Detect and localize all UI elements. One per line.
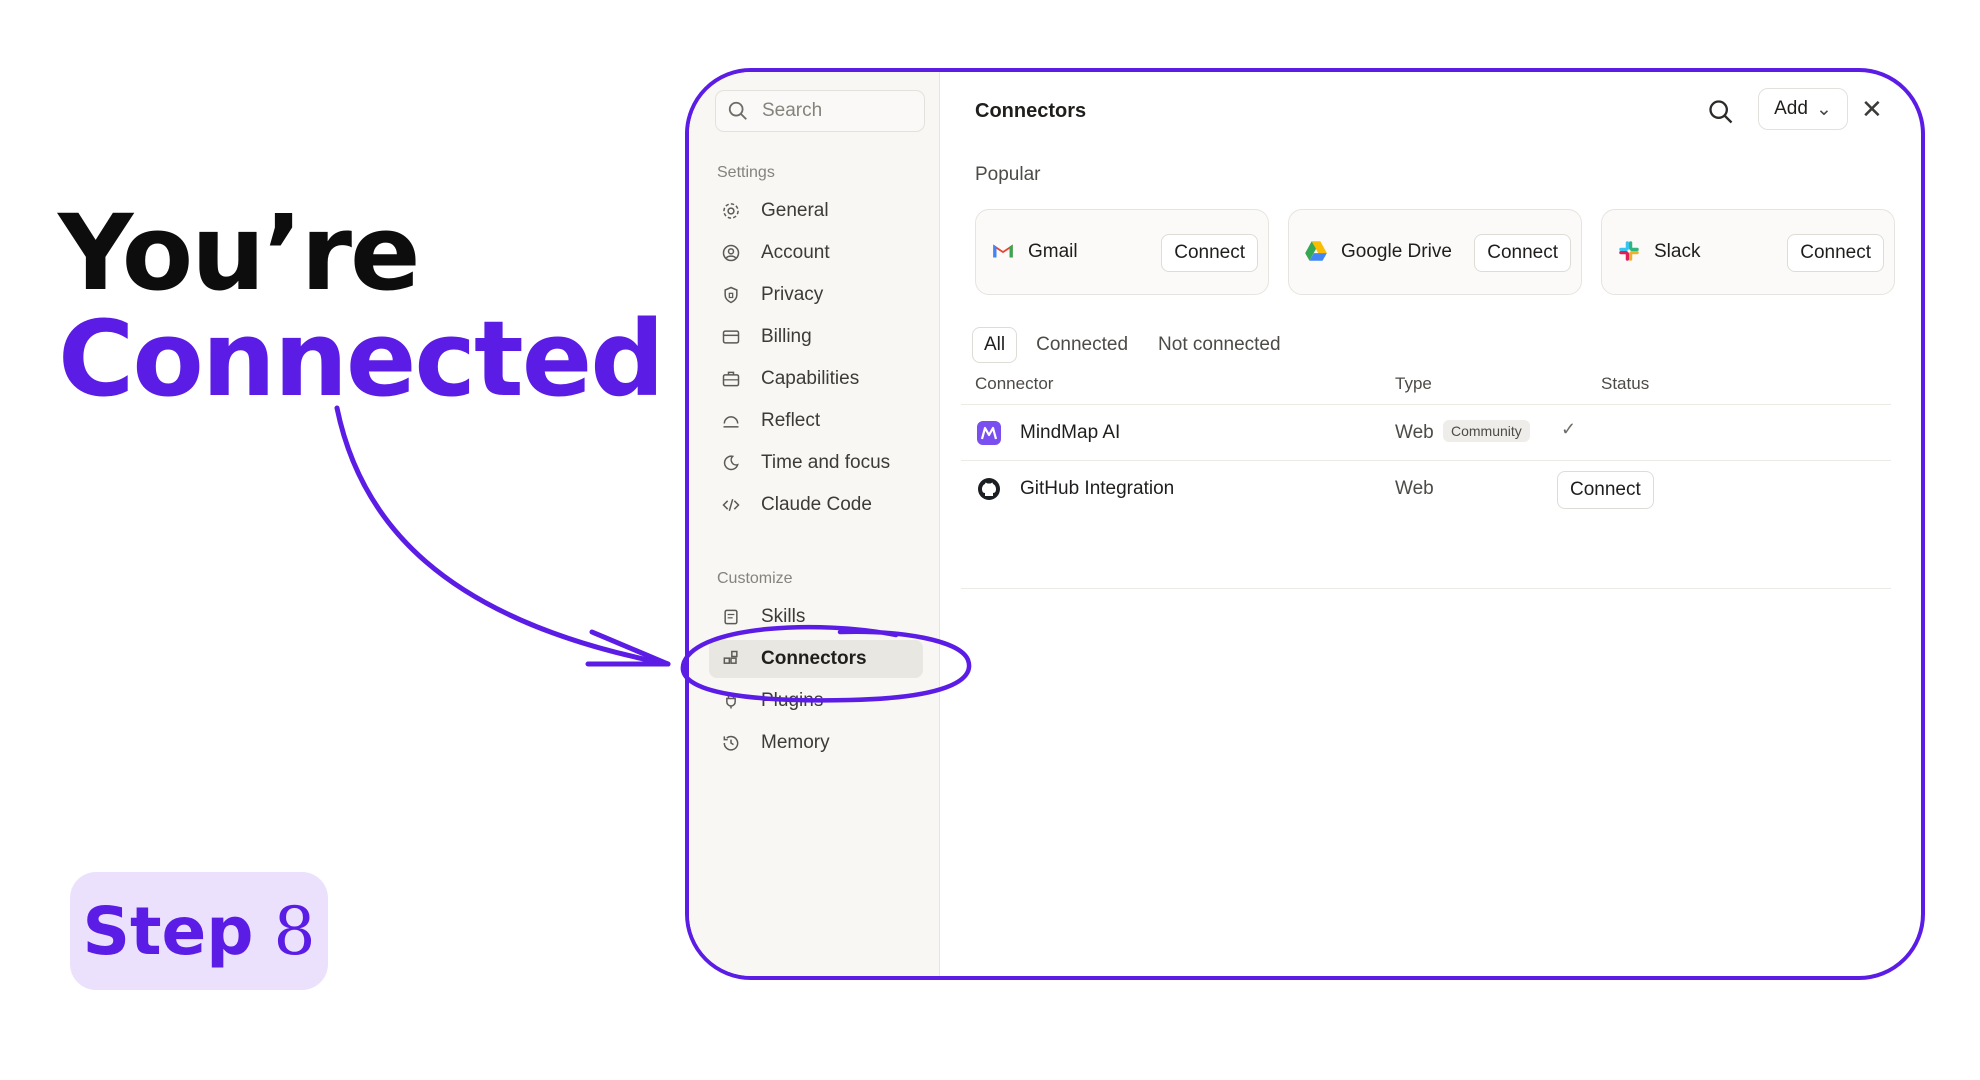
sidebar-item-capabilities[interactable]: Capabilities xyxy=(709,360,923,398)
page-title: Connectors xyxy=(975,100,1087,122)
step-number: 8 xyxy=(273,892,316,970)
check-icon: ✓ xyxy=(1561,419,1577,439)
connector-name: MindMap AI xyxy=(1020,422,1121,443)
sidebar-item-time-and-focus[interactable]: Time and focus xyxy=(709,444,923,482)
connector-type: Web xyxy=(1395,422,1434,443)
sidebar-item-privacy[interactable]: Privacy xyxy=(709,276,923,314)
shield-icon xyxy=(719,283,743,307)
table-divider xyxy=(961,588,1891,589)
connector-type: Web xyxy=(1395,478,1434,499)
sidebar-item-general[interactable]: General xyxy=(709,192,923,230)
sidebar-item-claude-code[interactable]: Claude Code xyxy=(709,486,923,524)
add-button[interactable]: Add ⌄ xyxy=(1758,88,1848,130)
headline-line-2: Connected xyxy=(58,298,665,421)
step-badge: Step 8 xyxy=(70,872,328,990)
sidebar-item-label: Claude Code xyxy=(761,494,872,515)
sidebar-item-skills[interactable]: Skills xyxy=(709,598,923,636)
sidebar-item-label: Memory xyxy=(761,732,830,753)
sidebar-item-label: Connectors xyxy=(761,648,867,669)
column-header-type: Type xyxy=(1395,374,1432,393)
tab-not-connected[interactable]: Not connected xyxy=(1147,328,1292,362)
community-badge: Community xyxy=(1443,420,1530,442)
customize-section-label: Customize xyxy=(717,570,793,587)
column-header-connector: Connector xyxy=(975,374,1054,393)
github-icon xyxy=(978,478,1000,500)
sidebar-item-label: Plugins xyxy=(761,690,824,711)
headline-line-1: You’re xyxy=(58,192,421,314)
card-name: Google Drive xyxy=(1341,241,1452,262)
sidebar-item-label: Skills xyxy=(761,606,806,627)
step-word: Step xyxy=(82,892,254,970)
grid-icon xyxy=(719,647,743,671)
sidebar-item-connectors[interactable]: Connectors xyxy=(709,640,923,678)
scroll-icon xyxy=(719,605,743,629)
connect-button[interactable]: Connect xyxy=(1787,234,1884,272)
connect-button[interactable]: Connect xyxy=(1474,234,1571,272)
tab-all[interactable]: All xyxy=(972,327,1018,363)
sidebar-item-plugins[interactable]: Plugins xyxy=(709,682,923,720)
history-icon xyxy=(719,731,743,755)
sidebar-item-label: Time and focus xyxy=(761,452,891,473)
mindmap-ai-icon xyxy=(977,421,1001,445)
connector-name: GitHub Integration xyxy=(1020,478,1175,499)
sidebar-item-label: General xyxy=(761,200,829,221)
connect-button[interactable]: Connect xyxy=(1557,471,1654,509)
code-icon xyxy=(719,493,743,517)
briefcase-icon xyxy=(719,367,743,391)
google-drive-icon xyxy=(1305,241,1327,261)
close-icon[interactable]: ✕ xyxy=(1861,94,1883,125)
column-header-status: Status xyxy=(1601,374,1650,393)
reflect-icon xyxy=(719,409,743,433)
search-input[interactable]: Search xyxy=(715,90,925,132)
search-icon xyxy=(728,101,747,120)
search-icon[interactable] xyxy=(1707,98,1735,126)
main-panel: Connectors Add ⌄ ✕ Popular Gmail Connect… xyxy=(939,72,1921,976)
popular-card-google-drive: Google Drive Connect xyxy=(1288,209,1582,295)
tab-connected[interactable]: Connected xyxy=(1025,328,1139,362)
card-name: Gmail xyxy=(1028,241,1078,262)
chevron-down-icon: ⌄ xyxy=(1815,98,1832,120)
settings-section-label: Settings xyxy=(717,164,775,181)
sidebar-item-reflect[interactable]: Reflect xyxy=(709,402,923,440)
headline: You’re Connected xyxy=(58,192,665,421)
add-button-label: Add xyxy=(1774,98,1808,119)
table-row[interactable]: MindMap AI Web Community ✓ xyxy=(961,404,1891,461)
credit-card-icon xyxy=(719,325,743,349)
connect-button[interactable]: Connect xyxy=(1161,234,1258,272)
plug-icon xyxy=(719,689,743,713)
sidebar: Search Settings General Account Privacy … xyxy=(689,72,940,976)
sidebar-item-label: Reflect xyxy=(761,410,821,431)
popular-card-slack: Slack Connect xyxy=(1601,209,1895,295)
filter-tabs: All Connected Not connected xyxy=(972,327,1300,363)
gmail-icon xyxy=(993,244,1013,258)
sidebar-item-label: Account xyxy=(761,242,830,263)
popular-card-gmail: Gmail Connect xyxy=(975,209,1269,295)
user-circle-icon xyxy=(719,241,743,265)
sidebar-item-label: Capabilities xyxy=(761,368,860,389)
slack-icon xyxy=(1619,241,1639,261)
sidebar-item-account[interactable]: Account xyxy=(709,234,923,272)
card-name: Slack xyxy=(1654,241,1701,262)
popular-section-label: Popular xyxy=(975,164,1041,185)
table-row[interactable]: GitHub Integration Web Connect xyxy=(961,460,1891,517)
sidebar-item-billing[interactable]: Billing xyxy=(709,318,923,356)
search-placeholder: Search xyxy=(762,100,823,121)
moon-icon xyxy=(719,451,743,475)
sidebar-item-label: Billing xyxy=(761,326,812,347)
settings-window: Search Settings General Account Privacy … xyxy=(685,68,1925,980)
sidebar-item-label: Privacy xyxy=(761,284,824,305)
sidebar-item-memory[interactable]: Memory xyxy=(709,724,923,762)
gear-icon xyxy=(719,199,743,223)
